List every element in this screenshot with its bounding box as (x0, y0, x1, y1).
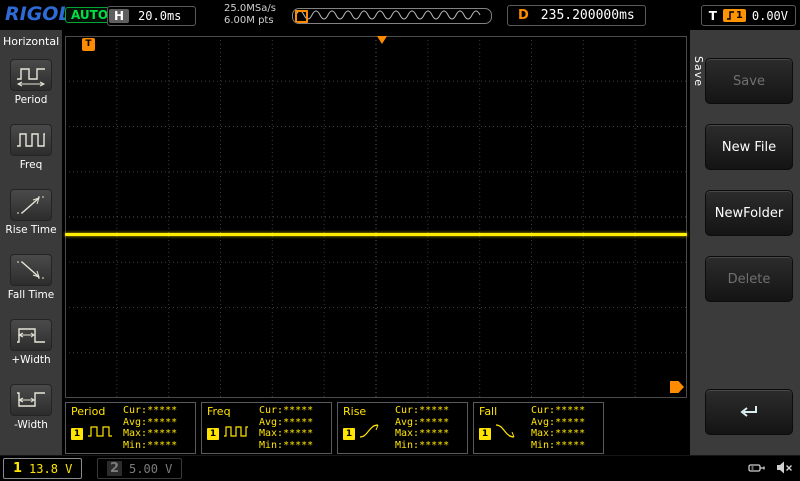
bottom-bar: 1 13.8 V 2 5.00 V (0, 455, 800, 481)
menu-item-rise-time[interactable]: Rise Time (0, 180, 62, 245)
channel-2-status[interactable]: 2 5.00 V (97, 458, 182, 479)
horizontal-measure-menu: Horizontal Period Freq Rise Time (0, 30, 62, 455)
menu-item-label: Fall Time (8, 289, 54, 301)
menu-item-plus-width[interactable]: +Width (0, 310, 62, 375)
delete-button[interactable]: Delete (705, 256, 793, 302)
channel-1-badge: 1 (479, 428, 491, 440)
channel-1-number: 1 (13, 461, 22, 476)
menu-item-label: Freq (20, 159, 43, 171)
rising-edge-icon (726, 10, 735, 21)
timebase-value: 20.0ms (130, 9, 195, 23)
rise-time-icon (10, 189, 52, 221)
rise-glyph-icon (358, 422, 386, 440)
menu-tab-save: Save (692, 56, 705, 87)
trigger-source-badge: 1 (723, 9, 746, 22)
measurement-min: Min:***** (395, 440, 449, 452)
freq-icon (10, 124, 52, 156)
minus-width-icon (10, 384, 52, 416)
measurement-min: Min:***** (531, 440, 585, 452)
graticule (65, 36, 687, 398)
waveform-display: T Period 1 Cur:***** Avg:***** Max:*****… (62, 30, 690, 455)
memory-window-marker (295, 10, 308, 23)
speaker-muted-icon (776, 460, 794, 475)
measurement-avg: Avg:***** (259, 417, 313, 429)
measurement-max: Max:***** (123, 428, 177, 440)
measurement-cur: Cur:***** (259, 405, 313, 417)
save-button[interactable]: Save (705, 58, 793, 104)
measurement-name: Rise (343, 405, 395, 418)
memory-depth: 6.00M pts (224, 15, 276, 27)
measurement-name: Period (71, 405, 123, 418)
channel-1-badge: 1 (71, 428, 83, 440)
channel-2-number: 2 (107, 461, 122, 476)
menu-item-label: Period (15, 94, 48, 106)
menu-item-minus-width[interactable]: -Width (0, 375, 62, 440)
measurement-cur: Cur:***** (395, 405, 449, 417)
trigger-level: 0.00V (752, 9, 788, 23)
horizontal-timebase-readout: H 20.0ms (107, 6, 196, 26)
measurement-min: Min:***** (259, 440, 313, 452)
measurement-row: Period 1 Cur:***** Avg:***** Max:***** M… (65, 402, 604, 454)
measurement-avg: Avg:***** (531, 417, 585, 429)
measurement-cur: Cur:***** (531, 405, 585, 417)
delay-value: 235.200000ms (541, 8, 635, 23)
fall-time-icon (10, 254, 52, 286)
horizontal-label: H (109, 9, 129, 23)
save-menu: Save Save New File NewFolder Delete (690, 30, 800, 455)
usb-icon (748, 461, 768, 475)
channel-1-status[interactable]: 1 13.8 V (3, 458, 82, 479)
menu-item-label: -Width (14, 419, 48, 431)
new-folder-button[interactable]: NewFolder (705, 190, 793, 236)
trigger-source: 1 (736, 10, 743, 21)
delay-label: D (518, 8, 529, 23)
channel-2-scale: 5.00 V (129, 462, 172, 476)
freq-glyph-icon (222, 422, 250, 440)
memory-waveform-icon (293, 9, 489, 21)
menu-item-label: Rise Time (5, 224, 56, 236)
fall-glyph-icon (494, 422, 522, 440)
measurement-max: Max:***** (395, 428, 449, 440)
memory-position-bar (292, 8, 492, 24)
measurement-min: Min:***** (123, 440, 177, 452)
measurement-name: Freq (207, 405, 259, 418)
trigger-level-marker: T (82, 38, 95, 51)
menu-item-period[interactable]: Period (0, 50, 62, 115)
top-bar: RIGOL AUTO H 20.0ms 25.0MSa/s 6.00M pts … (0, 0, 800, 30)
trigger-position-marker (377, 36, 387, 44)
measurement-freq: Freq 1 Cur:***** Avg:***** Max:***** Min… (201, 402, 332, 454)
measurement-period: Period 1 Cur:***** Avg:***** Max:***** M… (65, 402, 196, 454)
left-menu-title: Horizontal (0, 30, 62, 50)
acquisition-info: 25.0MSa/s 6.00M pts (224, 3, 276, 27)
ch1-trace (65, 233, 687, 236)
channel-1-scale: 13.8 V (29, 462, 72, 476)
menu-item-label: +Width (11, 354, 50, 366)
menu-item-freq[interactable]: Freq (0, 115, 62, 180)
plus-width-icon (10, 319, 52, 351)
new-file-button[interactable]: New File (705, 124, 793, 170)
delay-readout: D 235.200000ms (507, 5, 646, 26)
back-button[interactable] (705, 389, 793, 435)
menu-item-fall-time[interactable]: Fall Time (0, 245, 62, 310)
period-glyph-icon (86, 422, 114, 440)
measurement-avg: Avg:***** (123, 417, 177, 429)
channel-1-badge: 1 (343, 428, 355, 440)
measurement-max: Max:***** (259, 428, 313, 440)
measurement-fall: Fall 1 Cur:***** Avg:***** Max:***** Min… (473, 402, 604, 454)
measurement-rise: Rise 1 Cur:***** Avg:***** Max:***** Min… (337, 402, 468, 454)
rigol-logo: RIGOL (5, 3, 71, 25)
trigger-label: T (709, 9, 717, 23)
period-icon (10, 59, 52, 91)
measurement-cur: Cur:***** (123, 405, 177, 417)
return-arrow-icon (737, 403, 761, 421)
sample-rate: 25.0MSa/s (224, 3, 276, 15)
measurement-max: Max:***** (531, 428, 585, 440)
measurement-avg: Avg:***** (395, 417, 449, 429)
trigger-readout: T 1 0.00V (701, 5, 796, 26)
channel-1-badge: 1 (207, 428, 219, 440)
measurement-name: Fall (479, 405, 531, 418)
